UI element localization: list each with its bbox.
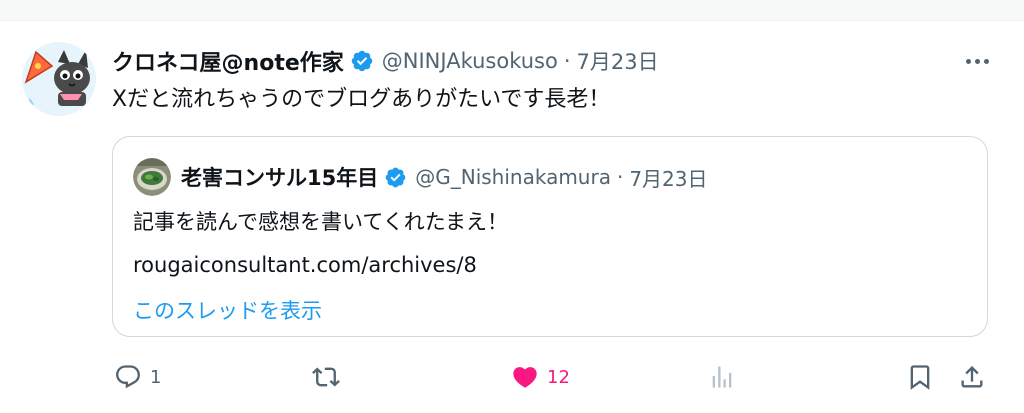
quoted-post-text: 記事を読んで感想を書いてくれたまえ！ [133,210,509,234]
like-button[interactable]: 12 [511,359,570,395]
more-dot [983,58,989,64]
quoted-post[interactable]: 老害コンサル15年目 @G_Nishinakamura · 7月23日 記事を読… [112,136,988,337]
post-header: クロネコ屋@note作家 @NINJAkusokuso · 7月23日 [112,43,659,79]
author-name[interactable]: クロネコ屋@note作家 [112,45,344,77]
quoted-post-header: 老害コンサル15年目 @G_Nishinakamura · 7月23日 [133,158,708,196]
bookmark-button[interactable] [906,359,934,395]
black-cat-avatar-icon [22,42,96,116]
show-thread-link[interactable]: このスレッドを表示 [133,295,322,327]
bookmark-icon [910,365,930,390]
quoted-post-date[interactable]: 7月23日 [629,163,707,192]
analytics-icon [712,366,732,388]
separator-dot: · [563,49,571,73]
food-photo-avatar-icon [133,158,171,196]
quoted-post-url: rougaiconsultant.com/archives/8 [133,253,477,277]
repost-icon [312,367,340,387]
reply-button[interactable]: 1 [114,359,161,395]
more-icon[interactable] [960,51,994,71]
views-button[interactable] [708,359,736,395]
repost-button[interactable] [312,359,340,395]
quoted-author-avatar[interactable] [133,158,171,196]
author-avatar[interactable] [22,42,96,116]
verified-badge-icon [385,167,406,187]
more-dot [965,58,971,64]
post-text: Xだと流れちゃうのでブログありがたいです長老！ [112,87,611,112]
quoted-author-handle[interactable]: @G_Nishinakamura [415,165,611,189]
verified-badge-icon [351,50,373,72]
post-card[interactable]: クロネコ屋@note作家 @NINJAkusokuso · 7月23日 Xだと流… [0,21,1024,413]
share-icon [961,366,983,388]
more-dot [974,58,980,64]
like-count: 12 [547,366,570,388]
action-bar: 1 12 [0,359,1024,395]
reply-count: 1 [150,366,162,388]
heart-icon [513,367,537,388]
quoted-author-name[interactable]: 老害コンサル15年目 [181,162,378,192]
author-handle[interactable]: @NINJAkusokuso [382,49,558,73]
share-button[interactable] [958,359,986,395]
separator-dot: · [616,165,624,189]
post-date[interactable]: 7月23日 [577,46,659,76]
reply-icon [116,365,140,389]
